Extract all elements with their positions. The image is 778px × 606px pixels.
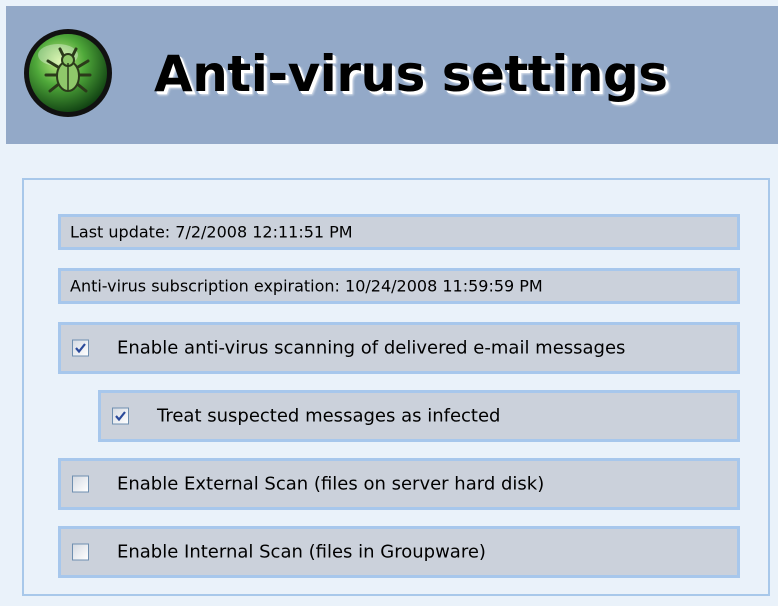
option-label: Enable Internal Scan (files in Groupware… [117, 541, 486, 563]
option-row-external-scan[interactable]: Enable External Scan (files on server ha… [58, 458, 740, 510]
settings-panel: Last update: 7/2/2008 12:11:51 PM Anti-v… [22, 178, 770, 596]
last-update-text: Last update: 7/2/2008 12:11:51 PM [70, 222, 353, 242]
subscription-expiration-text: Anti-virus subscription expiration: 10/2… [70, 276, 543, 296]
header-banner: Anti-virus settings [6, 6, 778, 144]
last-update-row: Last update: 7/2/2008 12:11:51 PM [58, 214, 740, 250]
checkbox-treat-suspected[interactable] [112, 407, 129, 425]
checkmark-icon [75, 343, 86, 354]
checkmark-icon [115, 411, 126, 422]
option-label: Enable anti-virus scanning of delivered … [117, 337, 626, 359]
option-row-scan-delivered[interactable]: Enable anti-virus scanning of delivered … [58, 322, 740, 374]
checkbox-internal-scan[interactable] [72, 543, 89, 561]
option-label: Treat suspected messages as infected [157, 405, 501, 427]
option-row-internal-scan[interactable]: Enable Internal Scan (files in Groupware… [58, 526, 740, 578]
page-title: Anti-virus settings [154, 45, 668, 103]
checkbox-external-scan[interactable] [72, 475, 89, 493]
option-row-treat-suspected[interactable]: Treat suspected messages as infected [98, 390, 740, 442]
subscription-expiration-row: Anti-virus subscription expiration: 10/2… [58, 268, 740, 304]
option-label: Enable External Scan (files on server ha… [117, 473, 545, 495]
checkbox-scan-delivered[interactable] [72, 339, 89, 357]
bug-shield-icon [22, 27, 114, 119]
